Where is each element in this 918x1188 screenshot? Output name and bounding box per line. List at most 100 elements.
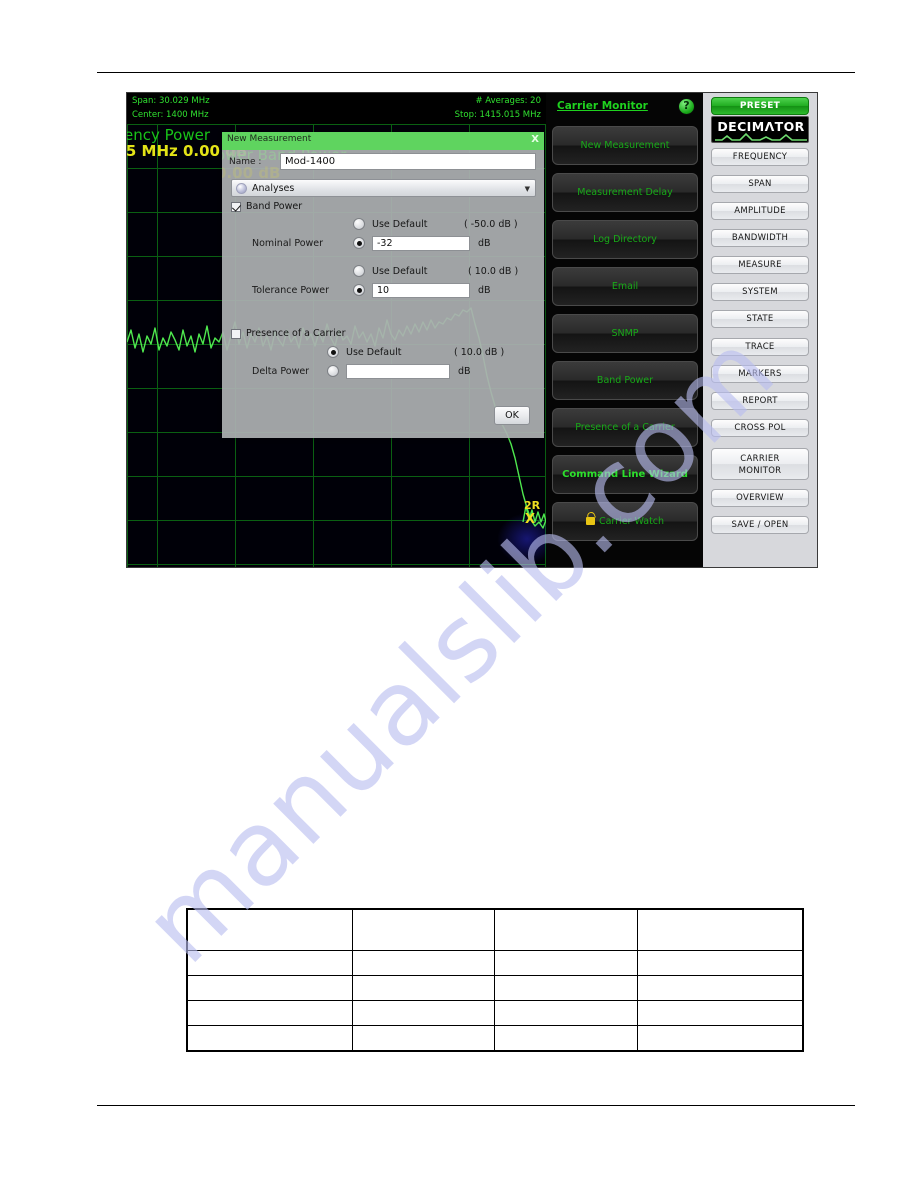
table-cell	[494, 1000, 638, 1026]
new-measurement-dialog: ower Band Power 0.00 dB New Measurement …	[222, 132, 544, 438]
cm-button-snmp[interactable]: SNMP	[552, 314, 698, 353]
key-frequency[interactable]: FREQUENCY	[711, 148, 809, 166]
logo-waveform-icon	[715, 132, 807, 141]
cm-button-presence-of-carrier[interactable]: Presence of a Carrier	[552, 408, 698, 447]
cm-button-label: Log Directory	[593, 234, 657, 245]
nominal-power-input[interactable]	[372, 236, 470, 251]
stop-readout: Stop: 1415.015 MHz	[454, 110, 541, 120]
table-row	[186, 1000, 804, 1026]
instrument-screenshot: quency Power 355 MHz 0.00 dB 2R X Span: …	[126, 92, 818, 568]
cm-button-label: New Measurement	[580, 140, 670, 151]
cm-button-command-line-wizard[interactable]: Command Line Wizard	[552, 455, 698, 494]
cm-button-band-power[interactable]: Band Power	[552, 361, 698, 400]
table-cell	[494, 975, 638, 1001]
cm-button-label: Presence of a Carrier	[575, 422, 675, 433]
field-label: Delta Power	[252, 366, 310, 377]
table-cell	[494, 950, 638, 976]
chevron-down-icon[interactable]: ▼	[525, 185, 530, 193]
carrier-monitor-header: Carrier Monitor ?	[546, 98, 703, 118]
table-cell	[494, 1025, 638, 1052]
spectrum-display: quency Power 355 MHz 0.00 dB 2R X Span: …	[127, 93, 546, 567]
default-value: ( -50.0 dB )	[464, 219, 518, 230]
field-delta-power: Delta Power Use Default ( 10.0 dB ) dB	[222, 345, 544, 387]
table-grid	[186, 908, 804, 1052]
key-carrier-monitor[interactable]: CARRIER MONITOR	[711, 448, 809, 480]
key-line2: MONITOR	[738, 466, 782, 476]
cm-button-label: SNMP	[611, 328, 639, 339]
cm-button-log-directory[interactable]: Log Directory	[552, 220, 698, 259]
name-input[interactable]	[280, 153, 536, 170]
use-default-label: Use Default	[372, 266, 428, 277]
dialog-title: New Measurement	[227, 134, 312, 144]
field-label: Tolerance Power	[252, 285, 330, 296]
cm-button-label: Measurement Delay	[577, 187, 673, 198]
unit-label: dB	[458, 366, 471, 377]
cm-button-email[interactable]: Email	[552, 267, 698, 306]
custom-value-radio[interactable]	[353, 284, 365, 296]
cm-button-label: Email	[611, 281, 639, 292]
table-cell	[636, 950, 804, 976]
default-value: ( 10.0 dB )	[468, 266, 519, 277]
table-header-cell	[636, 908, 804, 951]
table-cell	[636, 1000, 804, 1026]
use-default-label: Use Default	[346, 347, 402, 358]
key-bandwidth[interactable]: BANDWIDTH	[711, 229, 809, 247]
table-header-cell	[352, 908, 496, 951]
field-tolerance-power: Tolerance Power Use Default ( 10.0 dB ) …	[222, 264, 544, 306]
key-amplitude[interactable]: AMPLITUDE	[711, 202, 809, 220]
carrier-monitor-panel: Carrier Monitor ? New Measurement Measur…	[546, 93, 703, 567]
use-default-radio[interactable]	[327, 346, 339, 358]
cm-button-measurement-delay[interactable]: Measurement Delay	[552, 173, 698, 212]
key-cross-pol[interactable]: CROSS POL	[711, 419, 809, 437]
table-cell	[186, 950, 354, 976]
cm-button-label: Band Power	[596, 375, 654, 386]
analyses-dropdown[interactable]: Analyses ▼	[231, 179, 536, 197]
table-row	[186, 975, 804, 1001]
table-cell	[186, 1000, 354, 1026]
cm-button-new-measurement[interactable]: New Measurement	[552, 126, 698, 165]
name-row: Name :	[222, 152, 544, 174]
key-measure[interactable]: MEASURE	[711, 256, 809, 274]
key-save-open[interactable]: SAVE / OPEN	[711, 516, 809, 534]
span-readout: Span: 30.029 MHz	[132, 96, 210, 106]
tolerance-power-input[interactable]	[372, 283, 470, 298]
key-trace[interactable]: TRACE	[711, 338, 809, 356]
table-header-cell	[186, 908, 354, 951]
lock-icon	[585, 517, 595, 525]
carrier-monitor-title: Carrier Monitor	[557, 100, 648, 112]
cm-button-carrier-watch[interactable]: Carrier Watch	[552, 502, 698, 541]
field-nominal-power: Nominal Power Use Default ( -50.0 dB ) d…	[222, 217, 544, 259]
averages-readout: # Averages: 20	[475, 96, 541, 106]
ok-button[interactable]: OK	[494, 406, 530, 425]
key-report[interactable]: REPORT	[711, 392, 809, 410]
table-cell	[636, 1025, 804, 1052]
custom-value-radio[interactable]	[353, 237, 365, 249]
preset-button[interactable]: PRESET	[711, 97, 809, 115]
key-markers[interactable]: MARKERS	[711, 365, 809, 383]
delta-power-input[interactable]	[346, 364, 450, 379]
key-state[interactable]: STATE	[711, 310, 809, 328]
table-cell	[352, 1000, 496, 1026]
marker-2r-symbol: X	[525, 512, 536, 527]
cm-button-label: Command Line Wizard	[562, 469, 688, 480]
close-icon[interactable]: X	[531, 134, 539, 145]
name-label: Name :	[229, 157, 262, 167]
table-cell	[352, 950, 496, 976]
header-rule	[97, 72, 855, 73]
table-cell	[186, 1025, 354, 1052]
checkbox-box	[231, 329, 241, 339]
table-cell	[352, 975, 496, 1001]
use-default-radio[interactable]	[353, 265, 365, 277]
table-row	[186, 1025, 804, 1052]
key-span[interactable]: SPAN	[711, 175, 809, 193]
presence-of-carrier-label: Presence of a Carrier	[246, 328, 346, 339]
use-default-radio[interactable]	[353, 218, 365, 230]
unit-label: dB	[478, 238, 491, 249]
help-icon[interactable]: ?	[678, 98, 695, 115]
field-label: Nominal Power	[252, 238, 324, 249]
custom-value-radio[interactable]	[327, 365, 339, 377]
key-system[interactable]: SYSTEM	[711, 283, 809, 301]
key-overview[interactable]: OVERVIEW	[711, 489, 809, 507]
table-cell	[352, 1025, 496, 1052]
default-value: ( 10.0 dB )	[454, 347, 505, 358]
